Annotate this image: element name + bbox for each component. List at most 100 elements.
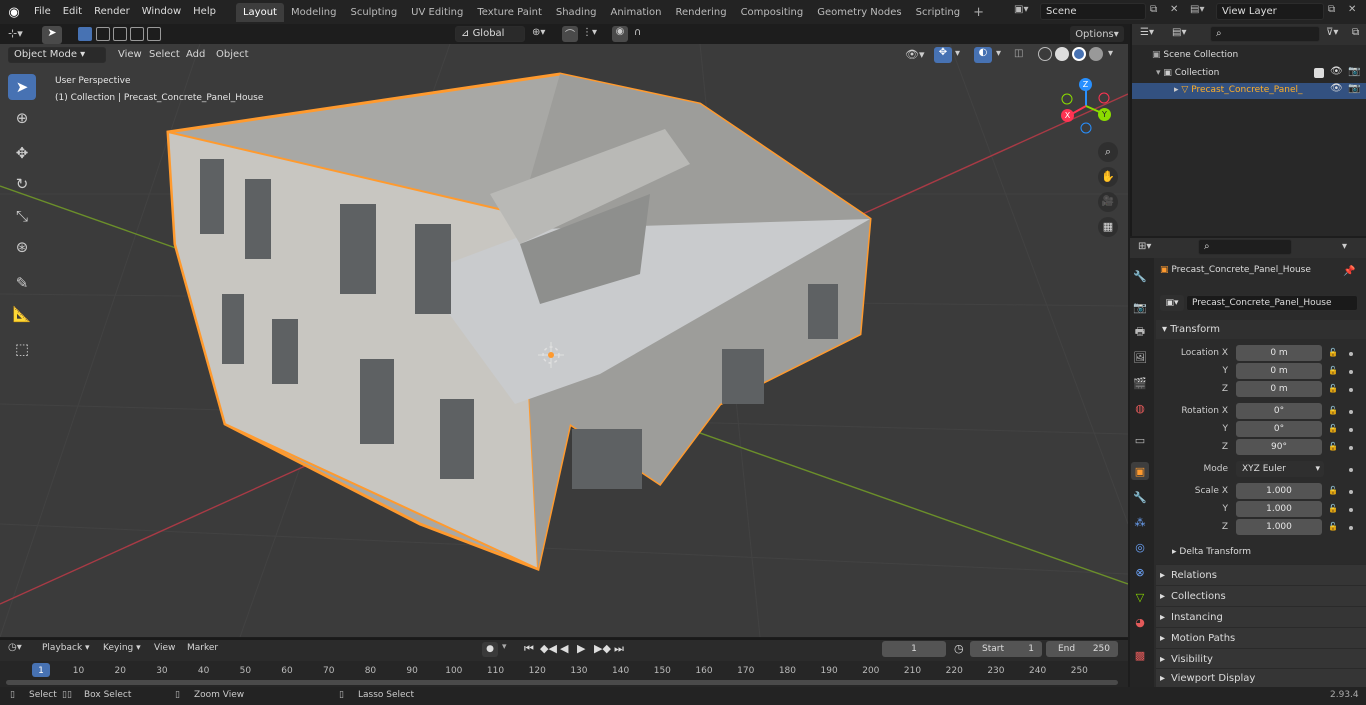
start-frame-field[interactable]: Start 1 bbox=[970, 641, 1042, 657]
transform-orientation-dropdown[interactable]: ⊿ Global bbox=[455, 26, 525, 42]
instancing-panel[interactable]: ▸ Instancing bbox=[1156, 606, 1366, 627]
pivot-point-icon[interactable]: ⊕▾ bbox=[532, 27, 545, 38]
editor-type-icon[interactable]: ⊹▾ bbox=[8, 27, 34, 43]
texture-tab-icon[interactable]: ▩ bbox=[1131, 646, 1149, 664]
modifiers-tab-icon[interactable]: 🔧 bbox=[1131, 488, 1149, 506]
render-tab-icon[interactable]: 📷 bbox=[1131, 298, 1149, 316]
tab-geometry-nodes[interactable]: Geometry Nodes bbox=[810, 3, 908, 22]
outliner-filter-icon[interactable]: ⊽▾ bbox=[1326, 27, 1338, 38]
end-frame-field[interactable]: End 250 bbox=[1046, 641, 1118, 657]
collection-tab-icon[interactable]: ▭ bbox=[1131, 431, 1149, 449]
timeline-menu-playback[interactable]: Playback ▾ bbox=[42, 643, 90, 653]
collection-checkbox[interactable] bbox=[1314, 68, 1324, 78]
transform-tool-icon[interactable]: ⊛ bbox=[8, 234, 36, 260]
scale-tool-icon[interactable]: ⤡ bbox=[8, 203, 36, 229]
material-tab-icon[interactable]: ◕ bbox=[1131, 613, 1149, 631]
visibility-icon[interactable]: 👁▾ bbox=[905, 48, 925, 61]
3d-viewport[interactable]: User Perspective (1) Collection | Precas… bbox=[0, 44, 1128, 637]
location-z-field[interactable]: 0 m bbox=[1236, 381, 1322, 397]
outliner-display-mode-icon[interactable]: ▤▾ bbox=[1172, 27, 1186, 38]
view-layer-tab-icon[interactable]: 🖼 bbox=[1131, 348, 1149, 366]
overlays-toggle-icon[interactable]: ◐ bbox=[974, 47, 992, 63]
remove-scene-icon[interactable]: ✕ bbox=[1170, 4, 1178, 15]
shading-solid-icon[interactable] bbox=[1055, 47, 1069, 61]
rotation-mode-dropdown[interactable]: XYZ Euler ▾ bbox=[1236, 461, 1324, 477]
timeline-menu-keying[interactable]: Keying ▾ bbox=[103, 643, 141, 653]
collections-panel[interactable]: ▸ Collections bbox=[1156, 585, 1366, 606]
preview-range-icon[interactable]: ◷ bbox=[954, 642, 964, 655]
tab-sculpting[interactable]: Sculpting bbox=[343, 3, 404, 22]
output-tab-icon[interactable]: 🖶 bbox=[1131, 323, 1149, 341]
tab-animation[interactable]: Animation bbox=[604, 3, 669, 22]
gizmo-z-icon[interactable]: Z bbox=[1079, 78, 1092, 91]
remove-view-layer-icon[interactable]: ✕ bbox=[1348, 4, 1356, 15]
lock-icon[interactable]: 🔓 bbox=[1328, 348, 1338, 358]
rotation-z-field[interactable]: 90° bbox=[1236, 439, 1322, 455]
lock-icon[interactable]: 🔓 bbox=[1328, 366, 1338, 376]
lock-icon[interactable]: 🔓 bbox=[1328, 406, 1338, 416]
annotate-tool-icon[interactable]: ✎ bbox=[8, 270, 36, 296]
timeline-editor-icon[interactable]: ◷▾ bbox=[8, 642, 22, 653]
play-reverse-icon[interactable]: ◀ bbox=[560, 642, 568, 655]
shading-material-icon[interactable] bbox=[1072, 47, 1086, 61]
new-scene-icon[interactable]: ⧉ bbox=[1150, 4, 1157, 15]
viewport-menu-object[interactable]: Object bbox=[216, 49, 249, 60]
scale-z-field[interactable]: 1.000 bbox=[1236, 519, 1322, 535]
keyframe-dot-icon[interactable] bbox=[1349, 370, 1353, 374]
viewport-display-panel[interactable]: ▸ Viewport Display bbox=[1156, 668, 1366, 687]
select-tool-icon[interactable]: ➤ bbox=[42, 26, 62, 44]
object-data-tab-icon[interactable]: ▽ bbox=[1131, 588, 1149, 606]
keying-set-icon[interactable]: ▾ bbox=[502, 642, 507, 652]
add-cube-tool-icon[interactable]: ⬚ bbox=[8, 336, 36, 362]
properties-search-input[interactable]: ⌕ bbox=[1198, 239, 1292, 255]
xray-toggle-icon[interactable]: ◫ bbox=[1014, 48, 1023, 59]
timeline-menu-marker[interactable]: Marker bbox=[187, 643, 218, 653]
lock-icon[interactable]: 🔓 bbox=[1328, 384, 1338, 394]
blender-logo-icon[interactable]: ◉ bbox=[0, 0, 28, 24]
rotation-y-field[interactable]: 0° bbox=[1236, 421, 1322, 437]
select-mode-extend-icon[interactable] bbox=[96, 27, 110, 41]
measure-tool-icon[interactable]: 📐 bbox=[8, 301, 36, 327]
menu-render[interactable]: Render bbox=[88, 0, 136, 24]
expand-arrow-icon[interactable]: ▸ bbox=[1174, 85, 1179, 95]
select-mode-subtract-icon[interactable] bbox=[113, 27, 127, 41]
location-y-field[interactable]: 0 m bbox=[1236, 363, 1322, 379]
jump-keyframe-forward-icon[interactable]: ▶◆ bbox=[594, 642, 611, 655]
outliner-search-input[interactable]: ⌕ bbox=[1210, 26, 1320, 42]
navigation-gizmo[interactable]: Z X Y bbox=[1058, 76, 1114, 134]
outliner-object-label[interactable]: ▸ ▽ Precast_Concrete_Panel_ bbox=[1174, 85, 1303, 95]
properties-editor-icon[interactable]: ⊞▾ bbox=[1138, 241, 1151, 252]
object-name-input[interactable]: Precast_Concrete_Panel_House bbox=[1186, 295, 1358, 311]
constraints-tab-icon[interactable]: ⊗ bbox=[1131, 563, 1149, 581]
menu-file[interactable]: File bbox=[28, 0, 57, 24]
tab-rendering[interactable]: Rendering bbox=[668, 3, 733, 22]
motion-paths-panel[interactable]: ▸ Motion Paths bbox=[1156, 627, 1366, 648]
jump-start-icon[interactable]: ⏮ bbox=[524, 642, 534, 656]
pan-icon[interactable]: ✋ bbox=[1098, 167, 1118, 187]
ortho-toggle-icon[interactable]: ▦ bbox=[1098, 217, 1118, 237]
select-mode-new-icon[interactable] bbox=[78, 27, 92, 41]
tab-layout[interactable]: Layout bbox=[235, 3, 284, 22]
jump-keyframe-back-icon[interactable]: ◆◀ bbox=[540, 642, 557, 655]
viewport-menu-add[interactable]: Add bbox=[186, 49, 205, 60]
tool-tab-icon[interactable]: 🔧 bbox=[1131, 267, 1149, 285]
play-icon[interactable]: ▶ bbox=[577, 642, 585, 655]
lock-icon[interactable]: 🔓 bbox=[1328, 442, 1338, 452]
gizmo-dropdown-icon[interactable]: ▾ bbox=[955, 48, 960, 59]
collection-render-icon[interactable]: 📷 bbox=[1348, 66, 1360, 77]
keyframe-dot-icon[interactable] bbox=[1349, 490, 1353, 494]
keyframe-dot-icon[interactable] bbox=[1349, 410, 1353, 414]
scene-field[interactable]: Scene bbox=[1040, 3, 1146, 20]
scene-tab-icon[interactable]: 🎬 bbox=[1131, 374, 1149, 392]
relations-panel[interactable]: ▸ Relations bbox=[1156, 564, 1366, 585]
shading-wireframe-icon[interactable] bbox=[1038, 47, 1052, 61]
world-tab-icon[interactable]: ◍ bbox=[1131, 399, 1149, 417]
physics-tab-icon[interactable]: ◎ bbox=[1131, 538, 1149, 556]
jump-end-icon[interactable]: ⏭ bbox=[614, 642, 624, 656]
menu-window[interactable]: Window bbox=[136, 0, 187, 24]
lock-icon[interactable]: 🔓 bbox=[1328, 504, 1338, 514]
tab-uv-editing[interactable]: UV Editing bbox=[404, 3, 470, 22]
timeline-scrollbar[interactable] bbox=[6, 680, 1118, 685]
add-workspace-icon[interactable]: + bbox=[973, 5, 984, 20]
select-box-tool-icon[interactable]: ➤ bbox=[8, 74, 36, 100]
